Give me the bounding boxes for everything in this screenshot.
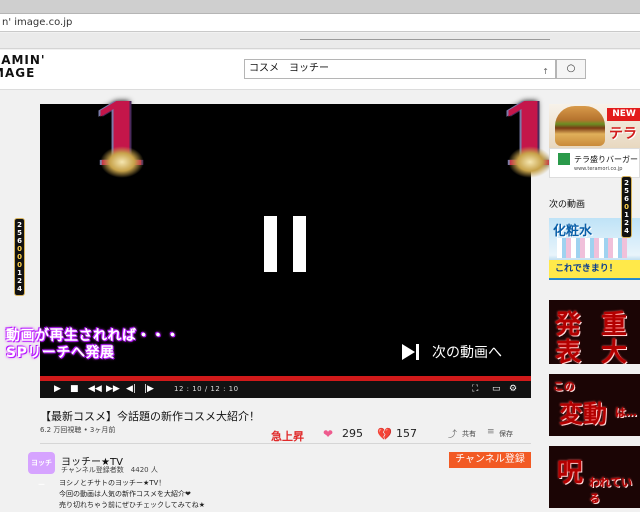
subscriber-count: チャンネル登録者数 4420 人 — [61, 466, 158, 474]
video-description: ヨシノとチサトのヨッチー★TV！ 今回の動画は人気の新作コスメを大紹介❤ 売り切… — [59, 478, 205, 511]
reel-counter-right: 256 0 124 — [621, 176, 632, 238]
skip-next-icon — [402, 343, 424, 361]
thumbnail-text: 表 — [555, 338, 582, 364]
flame-icon — [508, 146, 552, 178]
time-display: 12 : 10 / 12 : 10 — [174, 385, 239, 393]
dislike-count: 157 — [396, 427, 417, 440]
view-count: 6.2 万回視聴 • 3ヶ月前 — [40, 426, 116, 434]
up-next-heading: 次の動画 — [549, 200, 586, 210]
search-button[interactable]: ○ — [556, 59, 586, 79]
search-value: コスメ ヨッチー — [249, 63, 329, 74]
theater-icon[interactable]: ▭ — [492, 384, 501, 395]
fullscreen-icon[interactable]: ⛶ — [472, 384, 478, 395]
tab-divider — [300, 39, 550, 40]
bottles-image — [557, 238, 627, 258]
like-count: 295 — [342, 427, 363, 440]
save-button[interactable]: 保存 — [499, 429, 513, 439]
previous-icon[interactable]: ◀| — [126, 384, 136, 395]
site-header: EAMIN' MAGE コスメ ヨッチー ↑ ○ — [0, 50, 640, 90]
browser-titlebar — [0, 0, 640, 14]
next-video-thumbnail[interactable]: 呪 われている — [549, 446, 640, 508]
next-video-thumbnail[interactable]: この 変動 は… — [549, 374, 640, 436]
thumbnail-text: 変動 — [559, 399, 607, 428]
subscribe-button[interactable]: チャンネル登録 — [449, 452, 531, 468]
player-controls: ▶ ■ ◀◀ ▶▶ ◀| |▶ 12 : 10 / 12 : 10 ⛶ ▭ ⚙ — [40, 381, 531, 398]
description-line: ヨシノとチサトのヨッチー★TV！ — [59, 479, 166, 487]
next-video-label: 次の動画へ — [432, 345, 502, 361]
stop-icon[interactable]: ■ — [70, 384, 79, 395]
overlay-line-2: SPリーチへ発展 — [6, 345, 115, 361]
thumbnail-text: われている — [589, 476, 633, 505]
trending-badge: 急上昇 — [271, 430, 304, 443]
flame-icon — [100, 146, 144, 178]
thumbnail-tag: これできまり！ — [549, 260, 640, 278]
play-icon[interactable]: ▶ — [54, 384, 61, 395]
thumbnail-text: 呪 — [557, 458, 584, 488]
share-icon[interactable]: ⤴ — [448, 427, 457, 440]
next-icon[interactable]: |▶ — [144, 384, 154, 395]
reach-overlay-text: 動画が再生されれば・・・ SPリーチへ発展 — [6, 328, 180, 362]
burger-image — [555, 106, 605, 146]
ad-url: www.teramori.co.jp — [574, 166, 623, 172]
pause-icon[interactable] — [264, 216, 306, 272]
reel-counter-left: 256 000 124 — [14, 218, 25, 296]
broken-heart-icon[interactable]: 💔 — [377, 427, 392, 441]
ad-banner[interactable]: NEW テラ — [549, 104, 640, 148]
divider — [40, 443, 531, 444]
thumbnail-headline: 化粧水 — [553, 224, 593, 239]
jackpot-one-right-icon: 1 — [498, 85, 558, 186]
text-cursor-icon: ↑ — [542, 67, 549, 76]
thumbnail-text: この — [553, 380, 575, 393]
logo-line-2: MAGE — [0, 66, 36, 80]
channel-avatar[interactable]: ヨッチー — [28, 452, 55, 489]
video-title: 【最新コスメ】今話題の新作コスメ大紹介！ — [40, 410, 260, 423]
share-button[interactable]: 共有 — [462, 429, 476, 439]
search-input[interactable]: コスメ ヨッチー ↑ — [244, 59, 556, 79]
next-video-thumbnail[interactable]: 発 表 重 大 — [549, 300, 640, 364]
settings-gear-icon[interactable]: ⚙ — [509, 384, 517, 395]
save-icon[interactable]: ≡ — [487, 427, 495, 437]
rewind-icon[interactable]: ◀◀ — [88, 384, 102, 395]
thumbnail-text: 大 — [601, 338, 628, 364]
ad-logo-icon — [558, 153, 570, 165]
fast-forward-icon[interactable]: ▶▶ — [106, 384, 120, 395]
new-badge: NEW — [607, 108, 640, 121]
description-line: 売り切れちゃう前にぜひチェックしてみてね★ — [59, 501, 206, 509]
tab-strip — [0, 33, 640, 49]
thumbnail-text: は… — [615, 406, 637, 419]
overlay-line-1: 動画が再生されれば・・・ — [6, 328, 180, 344]
ad-name: テラ盛りバーガー — [574, 155, 638, 164]
ad-headline: テラ — [609, 126, 637, 142]
heart-icon[interactable]: ❤ — [323, 427, 333, 441]
ad-card[interactable]: テラ盛りバーガー www.teramori.co.jp — [549, 148, 640, 178]
address-bar[interactable]: n' image.co.jp — [0, 14, 640, 32]
next-video-button[interactable]: 次の動画へ — [402, 342, 502, 362]
jackpot-one-left-icon: 1 — [90, 85, 150, 186]
site-logo[interactable]: EAMIN' MAGE — [0, 54, 68, 80]
description-line: 今回の動画は人気の新作コスメを大紹介❤ — [59, 490, 191, 498]
